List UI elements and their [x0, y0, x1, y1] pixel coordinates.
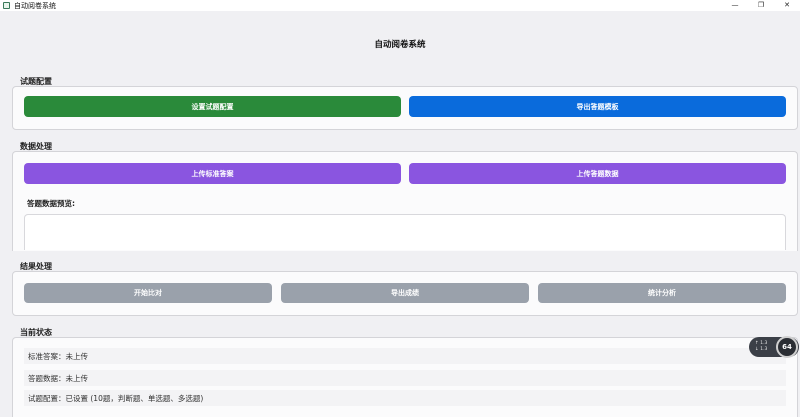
status-question-config: 试题配置：已设置 (10题，判断题、单选题、多选题) — [24, 390, 786, 406]
answer-data-preview[interactable] — [24, 214, 786, 250]
window-controls: — ❐ ✕ — [722, 0, 800, 11]
performance-widget[interactable]: ↑ 1.3 ↓ 1.3 64 — [749, 336, 799, 358]
data-processing-group-label: 数据处理 — [20, 142, 52, 151]
close-icon[interactable]: ✕ — [774, 0, 800, 11]
preview-label: 答题数据预览: — [27, 199, 75, 208]
minimize-icon[interactable]: — — [722, 0, 748, 11]
upload-standard-answer-button[interactable]: 上传标准答案 — [24, 163, 401, 184]
upload-answer-data-button[interactable]: 上传答题数据 — [409, 163, 786, 184]
status-group-label: 当前状态 — [20, 328, 52, 337]
usage-gauge: 64 — [776, 336, 798, 358]
result-processing-group-label: 结果处理 — [20, 262, 52, 271]
page-title: 自动阅卷系统 — [374, 40, 426, 50]
export-scores-button[interactable]: 导出成绩 — [281, 283, 529, 303]
window-titlebar: 自动阅卷系统 — ❐ ✕ — [0, 0, 800, 11]
set-config-button[interactable]: 设置试题配置 — [24, 96, 401, 117]
app-icon — [3, 2, 10, 9]
status-answer-data: 答题数据：未上传 — [24, 370, 786, 386]
restore-icon[interactable]: ❐ — [748, 0, 774, 11]
start-compare-button[interactable]: 开始比对 — [24, 283, 272, 303]
config-group-label: 试题配置 — [20, 77, 52, 86]
download-speed: ↓ 1.3 — [755, 347, 768, 352]
export-template-button[interactable]: 导出答题模板 — [409, 96, 786, 117]
window-title: 自动阅卷系统 — [14, 1, 56, 10]
status-standard-answer: 标准答案：未上传 — [24, 348, 786, 364]
statistics-button[interactable]: 统计分析 — [538, 283, 786, 303]
